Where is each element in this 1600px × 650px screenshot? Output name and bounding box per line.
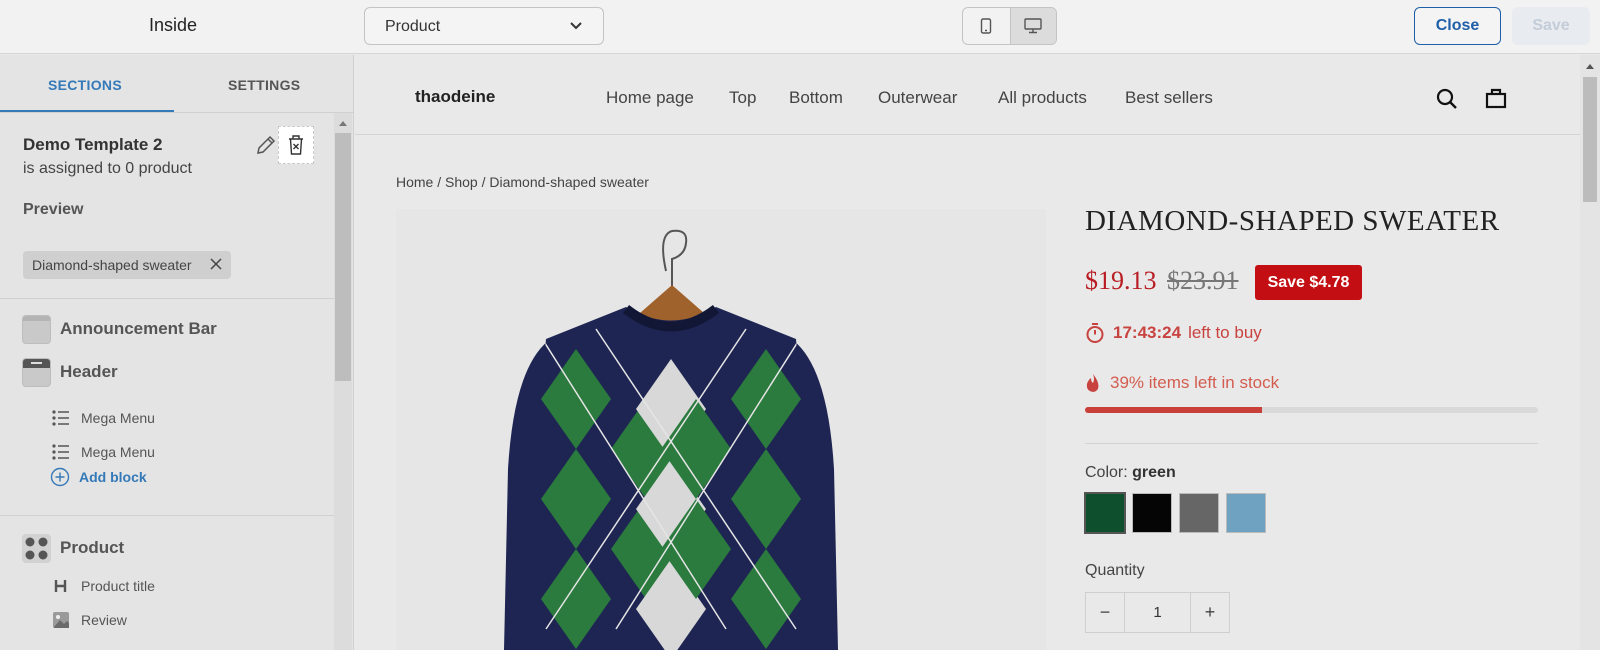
scroll-up-arrow-icon[interactable]	[1586, 64, 1594, 69]
divider	[0, 515, 334, 516]
tab-sections[interactable]: SECTIONS	[48, 77, 122, 93]
scrollbar-thumb[interactable]	[335, 133, 351, 381]
color-swatch[interactable]	[1084, 492, 1126, 534]
block-label: Review	[81, 612, 127, 628]
fire-icon	[1086, 374, 1099, 392]
color-label-text: Color:	[1085, 464, 1128, 481]
template-assigned-text: is assigned to 0 product	[23, 160, 192, 177]
scrollbar-thumb[interactable]	[1583, 77, 1597, 202]
active-tab-indicator	[0, 110, 174, 112]
plus-circle-icon	[50, 467, 70, 487]
mobile-view-button[interactable]	[963, 8, 1010, 44]
stock-text: 39% items left in stock	[1110, 373, 1280, 392]
save-button[interactable]: Save	[1512, 7, 1590, 45]
quantity-decrease-button[interactable]: −	[1086, 593, 1124, 632]
color-label: Color: green	[1085, 464, 1176, 482]
product-image	[396, 209, 1046, 650]
block-product-title[interactable]: Product title	[52, 574, 155, 598]
sidebar: SECTIONS SETTINGS Demo Template 2 is ass…	[0, 55, 354, 650]
block-mega-menu[interactable]: Mega Menu	[52, 440, 155, 464]
scroll-up-arrow-icon[interactable]	[339, 121, 347, 126]
quantity-input[interactable]: 1	[1124, 593, 1191, 632]
block-label: Mega Menu	[81, 410, 155, 426]
pencil-icon[interactable]	[254, 133, 278, 157]
trash-icon	[289, 135, 303, 155]
quantity-stepper: − 1 +	[1085, 592, 1230, 633]
mobile-icon	[981, 18, 992, 34]
quantity-label: Quantity	[1085, 562, 1145, 579]
sidebar-tabs: SECTIONS SETTINGS	[0, 55, 353, 113]
product-price: $19.13	[1085, 266, 1157, 295]
product-title: DIAMOND-SHAPED SWEATER	[1085, 205, 1500, 237]
delete-template-button[interactable]	[278, 126, 314, 164]
block-review[interactable]: Review	[52, 608, 127, 632]
search-icon[interactable]	[1435, 87, 1459, 111]
add-block-label: Add block	[79, 469, 147, 485]
color-swatches	[1084, 492, 1273, 534]
image-icon	[53, 612, 69, 628]
preview-chip-label: Diamond-shaped sweater	[32, 257, 192, 273]
desktop-icon	[1024, 18, 1042, 34]
block-label: Mega Menu	[81, 444, 155, 460]
chevron-down-icon	[570, 22, 582, 30]
nav-all-products[interactable]: All products	[998, 88, 1087, 108]
breadcrumb[interactable]: Home / Shop / Diamond-shaped sweater	[396, 174, 649, 190]
selected-color: green	[1132, 464, 1176, 481]
color-swatch[interactable]	[1132, 493, 1172, 533]
close-icon[interactable]	[210, 258, 222, 270]
close-button[interactable]: Close	[1414, 7, 1501, 45]
add-block-button[interactable]: Add block	[50, 467, 147, 487]
heading-icon	[54, 580, 67, 592]
block-mega-menu[interactable]: Mega Menu	[52, 406, 155, 430]
section-header[interactable]: Header	[22, 357, 118, 387]
sidebar-scrollbar[interactable]	[334, 113, 352, 650]
nav-best-sellers[interactable]: Best sellers	[1125, 88, 1213, 108]
color-swatch[interactable]	[1226, 493, 1266, 533]
tab-settings[interactable]: SETTINGS	[228, 77, 300, 93]
section-announcement-bar[interactable]: Announcement Bar	[22, 314, 217, 344]
shopping-bag-icon[interactable]	[1484, 86, 1508, 110]
timer-suffix: left to buy	[1188, 323, 1262, 342]
device-toggle	[962, 7, 1057, 45]
sweater-image	[504, 229, 838, 650]
block-label: Product title	[81, 578, 155, 594]
countdown-timer: 17:43:24 left to buy	[1085, 322, 1262, 344]
section-label: Announcement Bar	[60, 319, 217, 338]
timer-value: 17:43:24	[1113, 323, 1182, 342]
quantity-increase-button[interactable]: +	[1191, 593, 1229, 632]
grid-icon	[22, 533, 51, 563]
divider	[1085, 443, 1538, 444]
store-preview: thaodeine Home page Top Bottom Outerwear…	[355, 55, 1600, 650]
nav-home[interactable]: Home page	[606, 88, 694, 108]
compare-at-price: $23.91	[1167, 266, 1239, 295]
preview-scrollbar[interactable]	[1580, 55, 1600, 650]
stock-progress-bar	[1085, 407, 1538, 413]
divider	[0, 298, 334, 299]
top-bar: Inside Product Close Save	[0, 0, 1600, 54]
header-icon	[22, 357, 51, 387]
nav-top[interactable]: Top	[729, 88, 756, 108]
announcement-bar-icon	[22, 314, 51, 344]
preview-label: Preview	[23, 201, 84, 218]
nav-outerwear[interactable]: Outerwear	[878, 88, 957, 108]
stopwatch-icon	[1086, 323, 1104, 343]
list-icon	[52, 444, 69, 460]
desktop-view-button[interactable]	[1009, 8, 1056, 44]
section-label: Header	[60, 362, 118, 381]
stock-indicator: 39% items left in stock	[1085, 373, 1279, 393]
section-product[interactable]: Product	[22, 533, 124, 563]
color-swatch[interactable]	[1179, 493, 1219, 533]
store-header: thaodeine Home page Top Bottom Outerwear…	[355, 55, 1580, 135]
list-icon	[52, 410, 69, 426]
template-name: Demo Template 2	[23, 135, 163, 154]
app-title: Inside	[149, 15, 198, 35]
nav-bottom[interactable]: Bottom	[789, 88, 843, 108]
page-select-value: Product	[385, 18, 441, 35]
page-template-select[interactable]: Product	[364, 7, 604, 45]
store-logo[interactable]: thaodeine	[415, 87, 495, 107]
section-label: Product	[60, 538, 125, 557]
save-badge: Save $4.78	[1255, 265, 1362, 300]
preview-product-chip[interactable]: Diamond-shaped sweater	[23, 251, 231, 279]
stock-progress-fill	[1085, 407, 1262, 413]
